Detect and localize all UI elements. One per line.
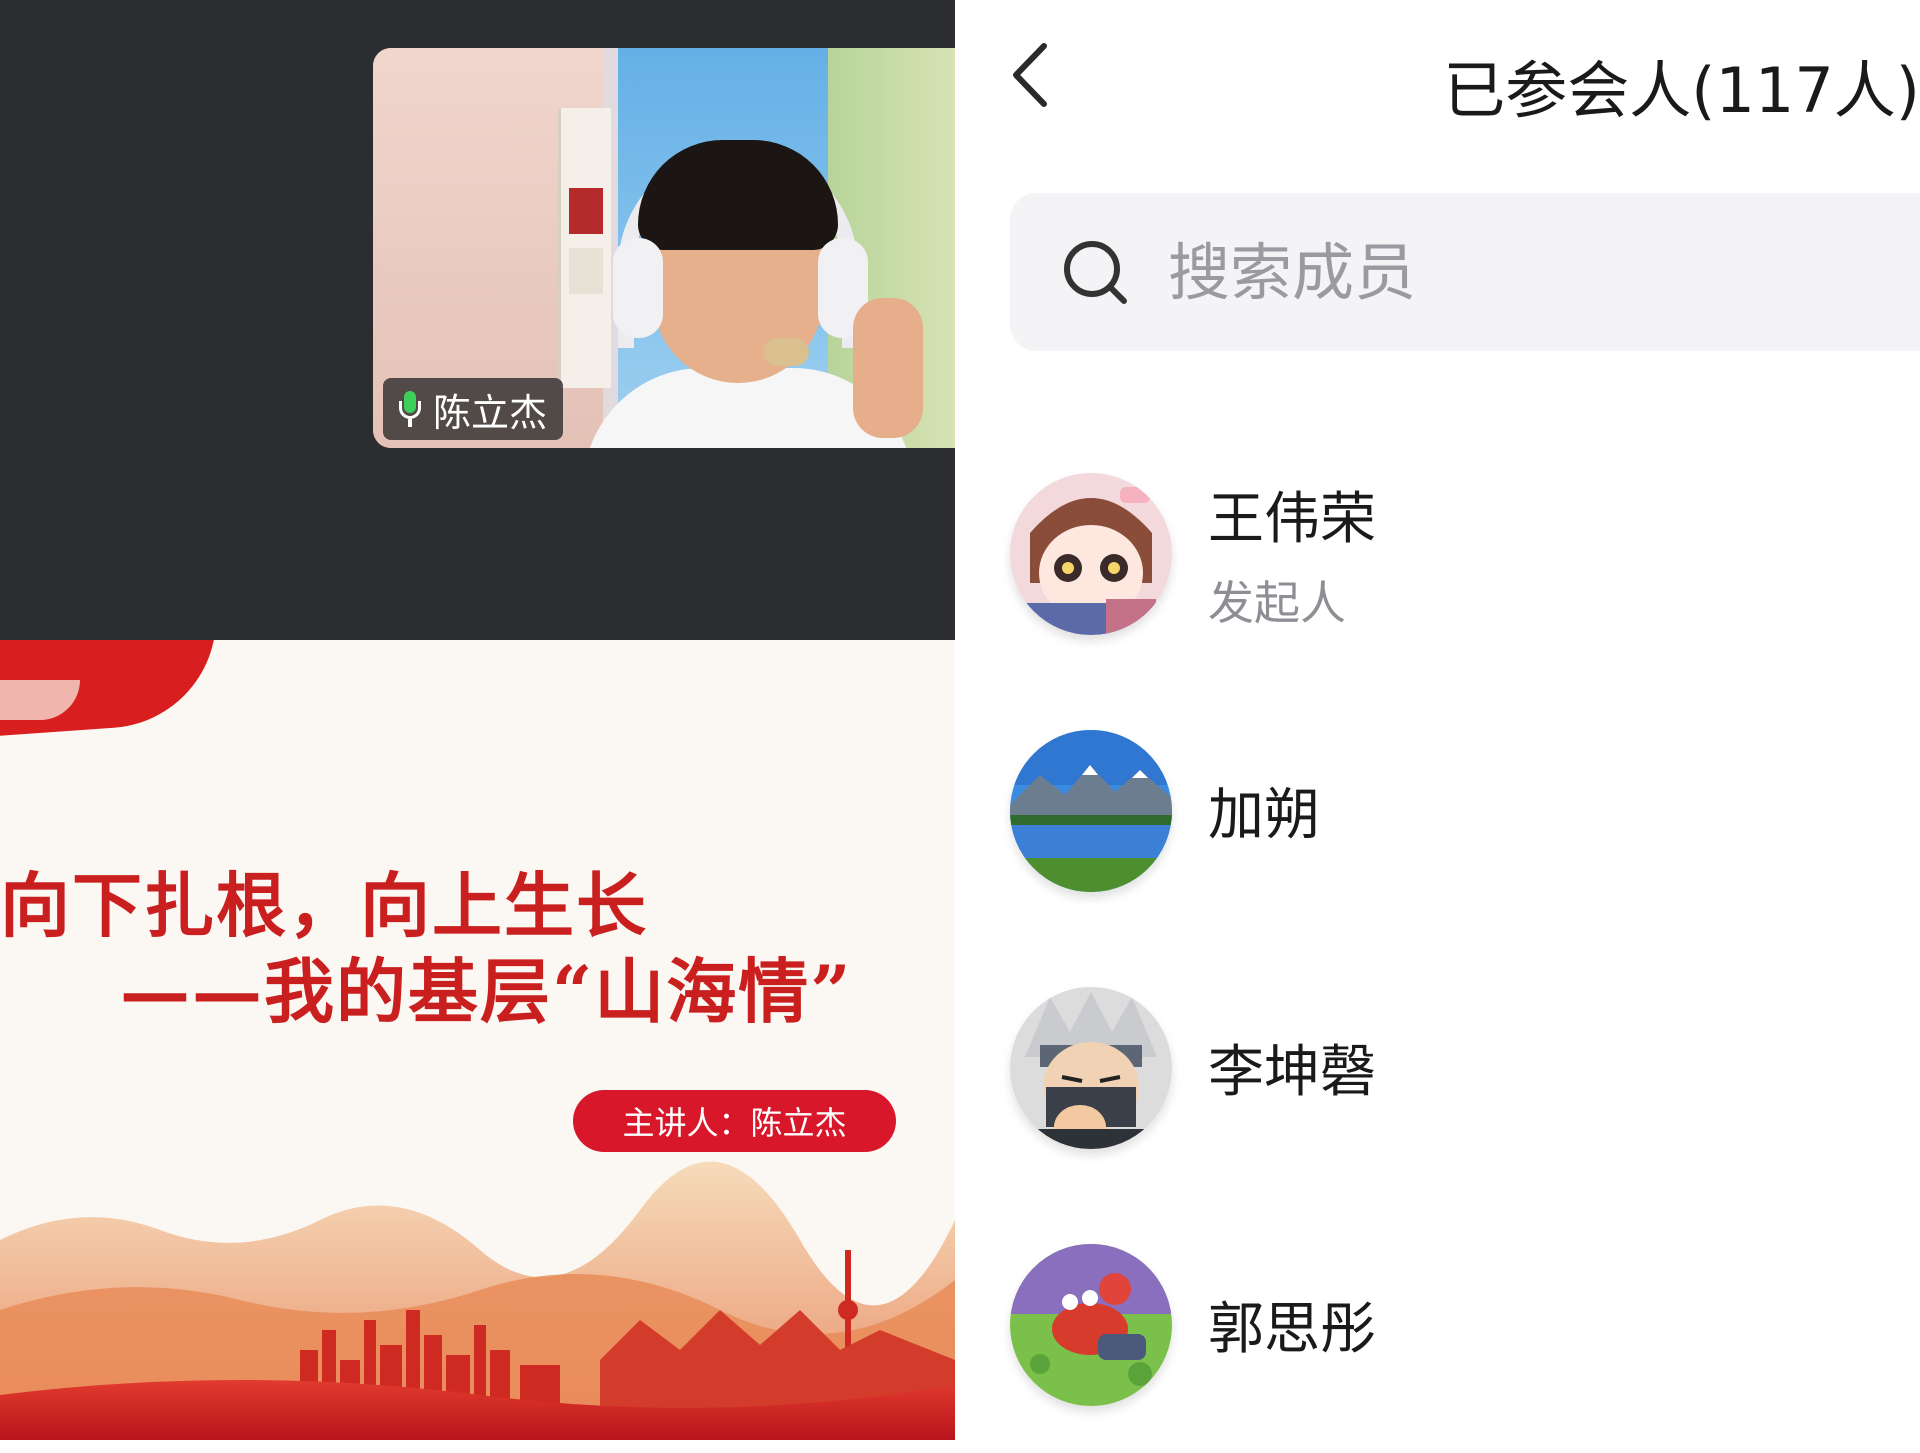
headset-cup-left <box>613 238 663 338</box>
ninja-avatar <box>1010 986 1172 1149</box>
participants-panel: 已参会人(117人) 搜索成员 王伟荣 发起人 加朔 李坤磬 郭思彤 <box>955 0 1920 1440</box>
member-search-box[interactable] <box>1010 193 1920 351</box>
member-row[interactable]: 加朔 <box>1010 682 1920 939</box>
meeting-view: 陈立杰 向下扎根，向上生长 ——我的基层“山海情” 主讲人：陈立杰 <box>0 0 955 1440</box>
video-background-shelf <box>558 108 611 388</box>
member-name: 李坤磬 <box>1208 1040 1376 1105</box>
member-role-badge: 发起人 <box>1208 576 1346 630</box>
search-icon <box>1064 241 1127 304</box>
speaker-hand <box>853 298 923 438</box>
shared-slide: 向下扎根，向上生长 ——我的基层“山海情” 主讲人：陈立杰 <box>0 640 955 1440</box>
member-name: 加朔 <box>1208 783 1320 848</box>
cartoon-crab-avatar <box>1010 1243 1172 1406</box>
member-row[interactable]: 郭思彤 <box>1010 1196 1920 1453</box>
search-input[interactable] <box>1166 234 1870 310</box>
member-list: 王伟荣 发起人 加朔 李坤磬 郭思彤 <box>1010 425 1920 1453</box>
member-row[interactable]: 王伟荣 发起人 <box>1010 425 1920 682</box>
member-name: 郭思彤 <box>1208 1297 1376 1362</box>
participants-title: 已参会人(117人) <box>1443 54 1920 127</box>
great-wall-skyline-illustration <box>0 1161 955 1440</box>
presenter-badge: 主讲人：陈立杰 <box>573 1090 896 1152</box>
chevron-left-icon[interactable] <box>1005 35 1055 115</box>
mountain-lake-avatar <box>1010 729 1172 892</box>
speaker-name-tag: 陈立杰 <box>383 378 564 440</box>
anime-girl-avatar <box>1010 472 1172 635</box>
speaker-video-tile[interactable]: 陈立杰 <box>373 48 955 448</box>
member-name: 王伟荣 <box>1208 487 1376 552</box>
slide-subtitle: ——我的基层“山海情” <box>120 950 853 1033</box>
member-row[interactable]: 李坤磬 <box>1010 939 1920 1196</box>
video-stage: 陈立杰 <box>0 0 955 640</box>
headset-mic <box>763 338 809 366</box>
microphone-icon <box>397 389 423 429</box>
speaker-name: 陈立杰 <box>433 390 548 435</box>
